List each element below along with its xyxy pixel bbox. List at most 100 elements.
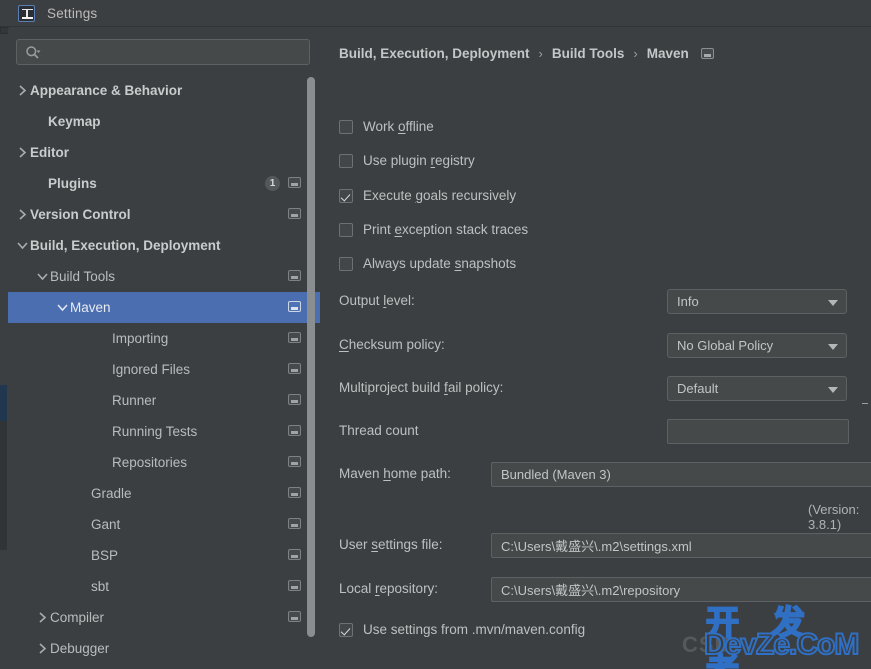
combo-box[interactable]: No Global Policy <box>667 333 847 358</box>
sidebar-item-appearance-behavior[interactable]: Appearance & Behavior <box>8 75 320 106</box>
tree-twisty[interactable] <box>35 610 50 625</box>
search-input[interactable] <box>47 40 305 64</box>
sidebar-item-compiler[interactable]: Compiler <box>8 602 320 633</box>
label-post: oals recursively <box>423 188 517 203</box>
chevron-down-icon[interactable] <box>35 269 50 284</box>
sidebar-scrollbar[interactable] <box>307 77 315 637</box>
chevron-down-icon[interactable] <box>55 300 70 315</box>
checkbox-toggle[interactable] <box>339 188 353 203</box>
path-label: Maven home path: <box>339 466 451 481</box>
mvn-config-checkbox[interactable]: Use settings from .mvn/maven.config <box>339 622 585 637</box>
settings-page-icon[interactable] <box>288 611 301 622</box>
combo-box[interactable]: Info <box>667 289 847 314</box>
settings-page-icon[interactable] <box>288 394 301 405</box>
sidebar-item-build-execution-deployment[interactable]: Build, Execution, Deployment <box>8 230 320 261</box>
sidebar-item-running-tests[interactable]: Running Tests <box>8 416 320 447</box>
combo-label-row: Multiproject build fail policy: <box>339 380 503 395</box>
thread-count-input[interactable] <box>667 419 849 444</box>
settings-page-icon[interactable] <box>288 208 301 219</box>
sidebar-item-keymap[interactable]: Keymap <box>8 106 320 137</box>
settings-page-icon[interactable] <box>288 580 301 591</box>
path-input[interactable]: C:\Users\戴盛兴\.m2\settings.xml <box>491 533 871 558</box>
no-chevron-icon <box>76 486 91 501</box>
label-post: epository: <box>379 581 439 596</box>
sidebar-item-editor[interactable]: Editor <box>8 137 320 168</box>
chevron-right-icon[interactable] <box>35 610 50 625</box>
sidebar-item-ignored-files[interactable]: Ignored Files <box>8 354 320 385</box>
checkbox-row[interactable]: Print exception stack traces <box>339 222 528 237</box>
checkbox-label: Use plugin registry <box>363 153 475 168</box>
path-input[interactable]: Bundled (Maven 3) <box>491 462 871 487</box>
sidebar-item-gant[interactable]: Gant <box>8 509 320 540</box>
sidebar-item-gradle[interactable]: Gradle <box>8 478 320 509</box>
tree-twisty[interactable] <box>15 238 30 253</box>
chevron-right-icon[interactable] <box>35 641 50 656</box>
settings-page-icon[interactable] <box>288 518 301 529</box>
sidebar-item-label: Running Tests <box>112 424 198 439</box>
settings-tree[interactable]: Appearance & Behavior Keymap Editor Plugins… <box>8 75 320 669</box>
path-label-row: Local repository: <box>339 581 438 596</box>
settings-page-icon[interactable] <box>700 48 714 59</box>
checkbox-toggle[interactable] <box>339 119 353 134</box>
chevron-right-icon[interactable] <box>15 207 30 222</box>
checkbox-toggle[interactable] <box>339 222 353 237</box>
sidebar-item-importing[interactable]: Importing <box>8 323 320 354</box>
chevron-down-icon[interactable] <box>828 387 838 393</box>
settings-page-icon[interactable] <box>288 425 301 436</box>
chevron-down-icon[interactable] <box>828 300 838 306</box>
tree-twisty[interactable] <box>35 641 50 656</box>
tree-twisty[interactable] <box>55 300 70 315</box>
checkbox-row[interactable]: Always update snapshots <box>339 256 516 271</box>
tree-twisty[interactable] <box>15 83 30 98</box>
label-post: xception stack traces <box>402 222 529 237</box>
tree-twisty <box>97 331 112 346</box>
breadcrumb: Build, Execution, Deployment › Build Too… <box>339 46 714 61</box>
chevron-down-icon[interactable] <box>15 238 30 253</box>
sidebar-item-bsp[interactable]: BSP <box>8 540 320 571</box>
checkbox-toggle[interactable] <box>339 256 353 271</box>
sidebar-item-debugger[interactable]: Debugger <box>8 633 320 664</box>
tree-twisty[interactable] <box>15 145 30 160</box>
search-box[interactable] <box>16 39 310 65</box>
checkbox-row[interactable]: Work offline <box>339 119 434 134</box>
tree-twisty[interactable] <box>15 207 30 222</box>
checkbox-label: Execute goals recursively <box>363 188 516 203</box>
spinner-stepper-icon[interactable] <box>862 403 868 404</box>
sidebar-item-label: Keymap <box>48 114 101 129</box>
no-chevron-icon <box>97 424 112 439</box>
tree-twisty[interactable] <box>35 269 50 284</box>
combo-box[interactable]: Default <box>667 376 847 401</box>
settings-page-icon[interactable] <box>288 332 301 343</box>
checkbox-row[interactable]: Execute goals recursively <box>339 188 516 203</box>
settings-page-icon[interactable] <box>288 363 301 374</box>
sidebar-item-maven[interactable]: Maven <box>8 292 320 323</box>
chevron-right-icon[interactable] <box>15 145 30 160</box>
checkbox-toggle[interactable] <box>339 622 353 637</box>
label-post: evel: <box>386 293 415 308</box>
checkbox-toggle[interactable] <box>339 153 353 168</box>
breadcrumb-item-1[interactable]: Build Tools <box>552 46 625 61</box>
settings-page-icon[interactable] <box>288 177 301 188</box>
chevron-right-icon[interactable] <box>15 83 30 98</box>
sidebar-item-plugins[interactable]: Plugins 1 <box>8 168 320 199</box>
checkbox-row[interactable]: Use plugin registry <box>339 153 475 168</box>
breadcrumb-item-0[interactable]: Build, Execution, Deployment <box>339 46 530 61</box>
breadcrumb-item-2[interactable]: Maven <box>647 46 689 61</box>
no-chevron-icon <box>97 455 112 470</box>
settings-sidebar: Appearance & Behavior Keymap Editor Plugins… <box>8 28 320 669</box>
sidebar-item-sbt[interactable]: sbt <box>8 571 320 602</box>
settings-page-icon[interactable] <box>288 270 301 281</box>
chevron-down-icon[interactable] <box>828 344 838 350</box>
settings-page-icon[interactable] <box>288 456 301 467</box>
sidebar-item-label: Compiler <box>50 610 105 625</box>
settings-page-icon[interactable] <box>288 301 301 312</box>
sidebar-item-repositories[interactable]: Repositories <box>8 447 320 478</box>
settings-page-icon[interactable] <box>288 549 301 560</box>
sidebar-item-build-tools[interactable]: Build Tools <box>8 261 320 292</box>
settings-page-icon[interactable] <box>288 487 301 498</box>
sidebar-item-runner[interactable]: Runner <box>8 385 320 416</box>
tree-twisty <box>33 114 48 129</box>
sidebar-item-version-control[interactable]: Version Control <box>8 199 320 230</box>
sidebar-item-label: Editor <box>30 145 69 160</box>
sidebar-item-label: Gradle <box>91 486 132 501</box>
